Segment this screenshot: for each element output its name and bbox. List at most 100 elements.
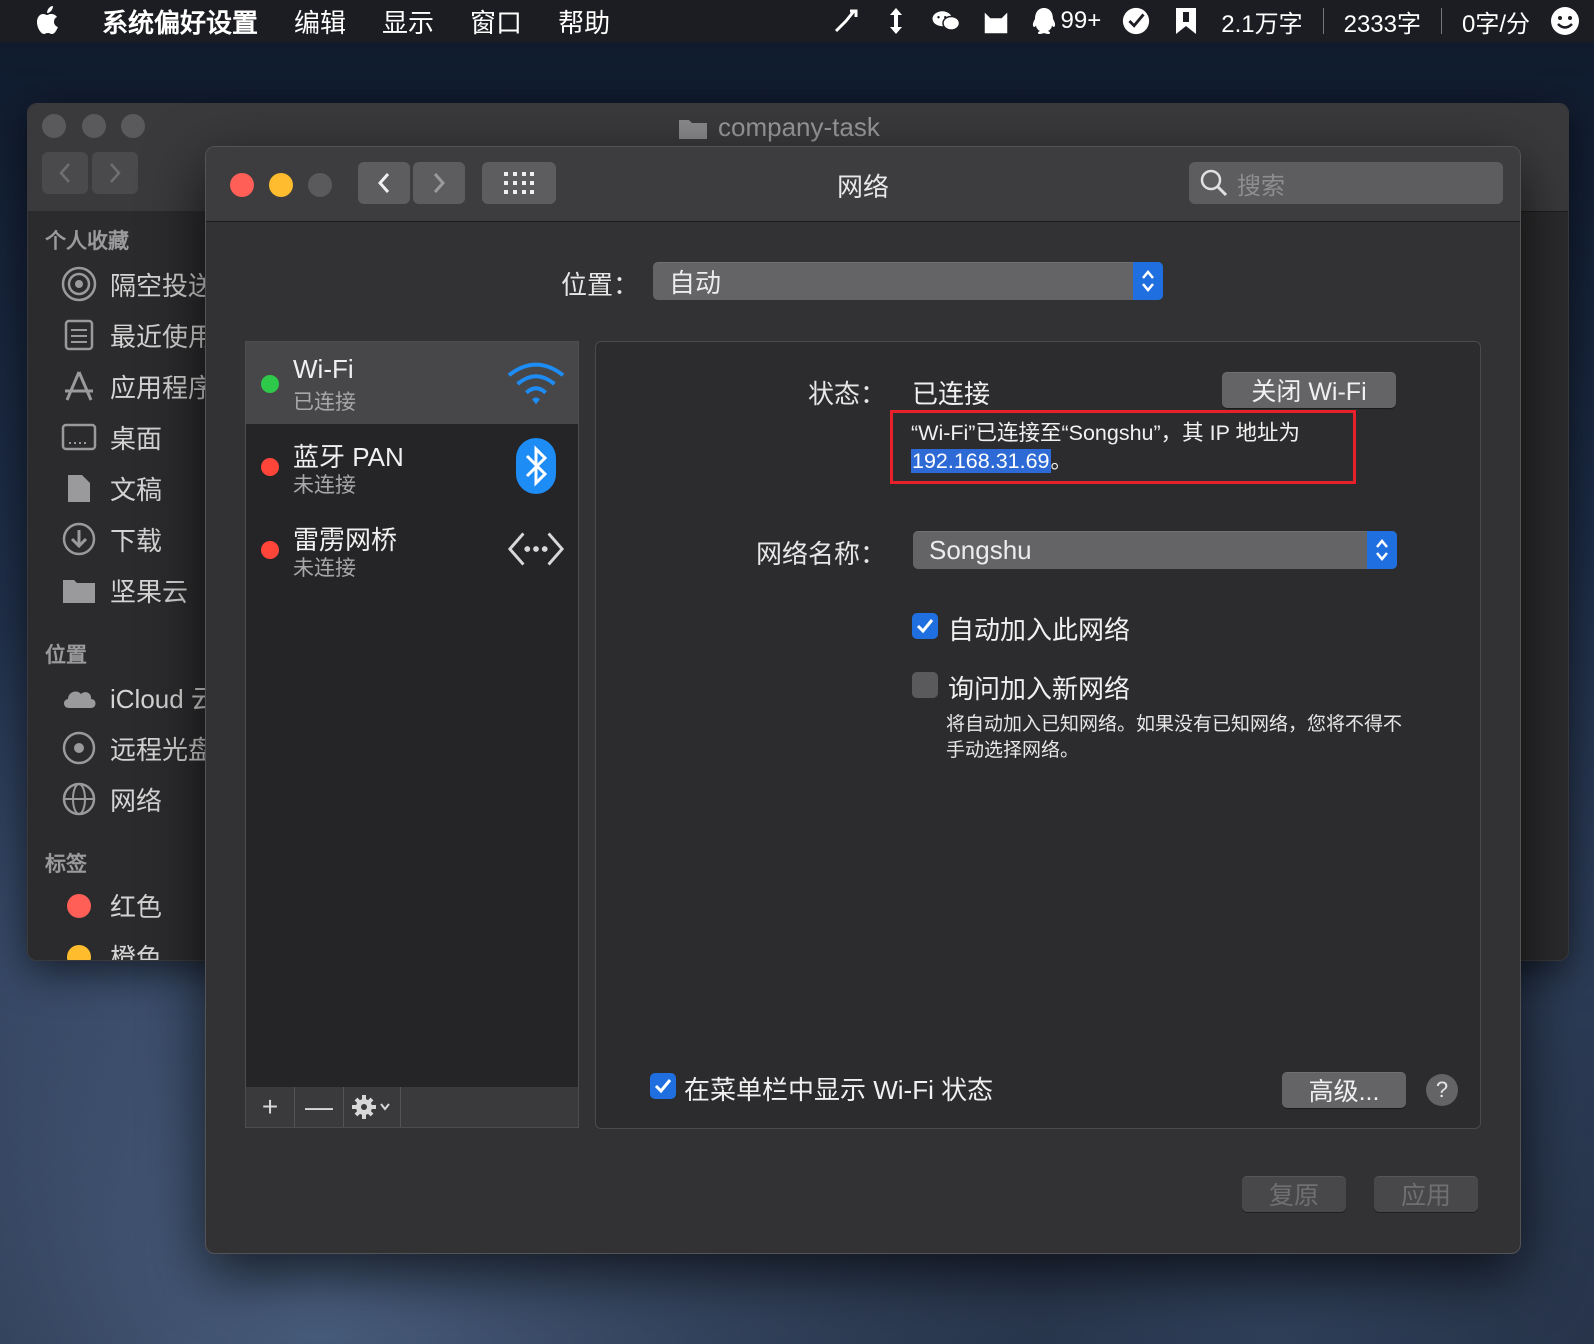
wechat-icon[interactable] [931,6,961,36]
status-area: 99+ 2.1万字 2333字 0字/分 [831,0,1581,42]
sidebar-section-favorites: 个人收藏 [45,230,129,253]
ask-join-help-text: 将自动加入已知网络。如果没有已知网络，您将不得不手动选择网络。 [946,714,1403,761]
checkmark-icon [916,619,934,634]
search-icon [1200,169,1228,197]
menu-window[interactable]: 窗口 [470,3,522,40]
network-icon [60,780,98,818]
sidebar-item-label: 桌面 [110,423,163,454]
ip-info-highlight: “Wi-Fi”已连接至“Songshu”，其 IP 地址为 192.168.31… [890,410,1356,484]
network-name-popup[interactable]: Songshu [913,531,1397,569]
service-item-bluetooth-pan[interactable]: 蓝牙 PAN 未连接 [246,425,578,507]
turn-off-wifi-button[interactable]: 关闭 Wi-Fi [1222,372,1396,408]
sidebar-item-tag-red[interactable]: 红色 [60,887,162,924]
service-item-wifi[interactable]: Wi-Fi 已连接 [246,342,578,424]
ask-join-checkbox[interactable] [912,672,938,698]
icloud-icon [60,678,98,716]
network-name-label: 网络名称： [755,539,886,569]
sidebar-item-recents[interactable]: 最近使用 [60,316,208,354]
location-popup[interactable]: 自动 [653,262,1163,300]
sidebar-item-desktop[interactable]: 桌面 [60,418,162,456]
check-circle-icon[interactable] [1121,6,1151,36]
word-count-total: 2.1万字 [1221,10,1303,38]
finder-zoom-button[interactable] [121,114,145,138]
documents-icon [60,469,98,507]
help-button[interactable]: ? [1426,1074,1458,1106]
wifi-detail-panel: 状态： 已连接 关闭 Wi-Fi “Wi-Fi”已连接至“Songshu”，其 … [595,341,1481,1129]
auto-join-label: 自动加入此网络 [948,615,1131,645]
folder-icon [60,571,98,609]
service-status: 未连接 [293,474,356,497]
menu-app-name[interactable]: 系统偏好设置 [102,3,258,40]
revert-button[interactable]: 复原 [1242,1176,1346,1212]
finder-close-button[interactable] [42,114,66,138]
arrows-updown-icon[interactable] [881,6,911,36]
location-value: 自动 [669,267,722,298]
airdrop-icon [60,265,98,303]
checkmark-icon [654,1079,672,1094]
sidebar-item-downloads[interactable]: 下载 [60,520,162,558]
network-preferences-window: 网络 搜索 位置： 自动 Wi-Fi 已连接 蓝牙 PAN 未连接 雷雳网桥 未… [205,146,1521,1254]
sidebar-item-label: 下载 [110,525,163,556]
service-list: Wi-Fi 已连接 蓝牙 PAN 未连接 雷雳网桥 未连接 [245,341,579,1089]
location-label: 位置： [561,270,640,300]
sidebar-item-label: 隔空投送 [110,270,208,301]
sidebar-item-label: iCloud 云盘 [110,683,208,714]
divider [1440,8,1442,34]
finder-title: company-task [678,112,880,143]
sidebar-item-tag-orange[interactable]: 橙色 [60,938,162,960]
search-placeholder: 搜索 [1237,172,1285,200]
search-field[interactable]: 搜索 [1189,162,1503,204]
sidebar-item-remote-disc[interactable]: 远程光盘 [60,729,208,767]
finder-title-text: company-task [718,112,880,142]
service-status: 已连接 [293,391,356,414]
show-in-menubar-label: 在菜单栏中显示 Wi-Fi 状态 [684,1075,994,1105]
auto-join-checkbox[interactable] [912,613,938,639]
status-value: 已连接 [912,379,991,409]
applications-icon [60,367,98,405]
qq-icon [1032,8,1055,34]
cat-icon[interactable] [981,6,1011,36]
divider [1322,8,1324,34]
menu-edit[interactable]: 编辑 [294,3,346,40]
service-actions-button[interactable] [344,1087,401,1127]
folder-icon [679,119,707,139]
sidebar-item-airdrop[interactable]: 隔空投送 [60,265,208,303]
sidebar-item-nutstore[interactable]: 坚果云 [60,571,188,609]
apple-menu-icon[interactable] [34,3,66,39]
sidebar-item-documents[interactable]: 文稿 [60,469,162,507]
word-count-today: 2333字 [1343,10,1421,38]
menu-view[interactable]: 显示 [382,3,434,40]
prefs-toolbar: 网络 搜索 [206,147,1520,222]
sidebar-item-network[interactable]: 网络 [60,780,162,818]
recents-icon [60,316,98,354]
service-list-toolbar: + — [245,1087,579,1128]
finder-minimize-button[interactable] [82,114,106,138]
sidebar-section-locations: 位置 [45,644,87,667]
sidebar-item-label: 远程光盘 [110,734,208,765]
remote-disc-icon [60,729,98,767]
bookmark-icon[interactable] [1171,6,1201,36]
finder-back-button[interactable] [42,152,88,194]
sidebar-item-icloud[interactable]: iCloud 云盘 [60,678,208,716]
service-name: Wi-Fi [293,354,354,384]
tool-icon[interactable] [831,6,861,36]
bluetooth-icon [506,437,566,495]
add-service-button[interactable]: + [246,1087,295,1127]
sidebar-section-tags: 标签 [45,853,87,876]
menu-help[interactable]: 帮助 [558,3,610,40]
ip-address[interactable]: 192.168.31.69 [911,449,1051,473]
qq-status[interactable]: 99+ [1031,6,1102,36]
smiley-icon[interactable] [1550,6,1580,36]
show-in-menubar-checkbox[interactable] [650,1073,676,1099]
qq-badge: 99+ [1060,7,1102,34]
connection-info-line: “Wi-Fi”已连接至“Songshu”，其 IP 地址为 [911,421,1301,445]
service-item-thunderbolt-bridge[interactable]: 雷雳网桥 未连接 [246,508,578,590]
advanced-button[interactable]: 高级... [1282,1072,1406,1108]
sidebar-item-applications[interactable]: 应用程序 [60,367,208,405]
desktop-icon [60,418,98,456]
finder-forward-button[interactable] [92,152,138,194]
apply-button[interactable]: 应用 [1374,1176,1478,1212]
popup-stepper-icon [1367,531,1397,569]
menu-bar: 系统偏好设置 编辑 显示 窗口 帮助 99+ 2.1万字 2333字 0字/分 [0,0,1594,42]
remove-service-button[interactable]: — [295,1087,344,1127]
